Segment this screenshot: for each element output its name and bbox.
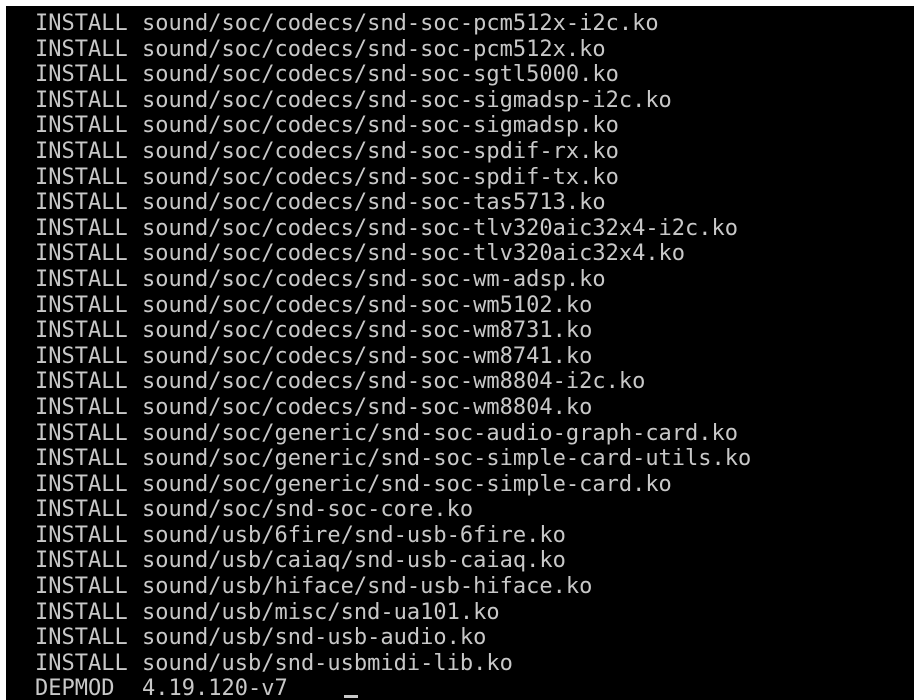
- line-argument: sound/soc/snd-soc-core.ko: [142, 497, 474, 523]
- line-argument: sound/soc/codecs/snd-soc-wm-adsp.ko: [142, 266, 606, 292]
- terminal-line: INSTALL sound/soc/codecs/snd-soc-wm5102.k…: [35, 293, 751, 319]
- line-argument: sound/soc/codecs/snd-soc-tlv320aic32x4-i…: [142, 215, 739, 241]
- terminal-line: INSTALL sound/soc/codecs/snd-soc-wm8731.k…: [35, 318, 751, 344]
- terminal-line: INSTALL sound/soc/codecs/snd-soc-tlv320ai…: [35, 241, 751, 267]
- terminal-line: INSTALL sound/soc/generic/snd-soc-audio-g…: [35, 421, 751, 447]
- terminal-line: INSTALL sound/usb/misc/snd-ua101.ko: [35, 600, 751, 626]
- line-command: INSTALL: [35, 446, 128, 472]
- terminal-line: INSTALL sound/soc/codecs/snd-soc-spdif-tx…: [35, 165, 751, 191]
- terminal-line: INSTALL sound/soc/codecs/snd-soc-sigmadsp…: [35, 88, 751, 114]
- line-argument: sound/soc/codecs/snd-soc-spdif-rx.ko: [142, 138, 619, 164]
- terminal-window[interactable]: INSTALL sound/soc/codecs/snd-soc-pcm512x-…: [6, 6, 914, 700]
- line-argument: sound/usb/6fire/snd-usb-6fire.ko: [142, 522, 566, 548]
- line-command: INSTALL: [35, 87, 128, 113]
- line-argument: sound/soc/generic/snd-soc-simple-card.ko: [142, 471, 672, 497]
- text-cursor: [344, 695, 358, 698]
- line-argument: sound/soc/codecs/snd-soc-pcm512x.ko: [142, 36, 606, 62]
- line-argument: sound/soc/codecs/snd-soc-sgtl5000.ko: [142, 62, 619, 88]
- line-command: INSTALL: [35, 548, 128, 574]
- line-argument: 4.19.120-v7: [142, 676, 288, 700]
- line-argument: sound/soc/generic/snd-soc-audio-graph-ca…: [142, 420, 739, 446]
- line-command: INSTALL: [35, 215, 128, 241]
- line-command: INSTALL: [35, 394, 128, 420]
- line-command: INSTALL: [35, 164, 128, 190]
- terminal-output: INSTALL sound/soc/codecs/snd-soc-pcm512x-…: [35, 11, 751, 700]
- terminal-line: INSTALL sound/soc/generic/snd-soc-simple-…: [35, 446, 751, 472]
- line-command: INSTALL: [35, 292, 128, 318]
- line-argument: sound/soc/codecs/snd-soc-tlv320aic32x4.k…: [142, 241, 686, 267]
- line-argument: sound/soc/codecs/snd-soc-wm8804-i2c.ko: [142, 369, 646, 395]
- line-argument: sound/soc/codecs/snd-soc-wm8741.ko: [142, 343, 593, 369]
- terminal-line: INSTALL sound/usb/6fire/snd-usb-6fire.ko: [35, 523, 751, 549]
- line-command: INSTALL: [35, 318, 128, 344]
- terminal-line: INSTALL sound/soc/generic/snd-soc-simple-…: [35, 472, 751, 498]
- line-command: INSTALL: [35, 625, 128, 651]
- line-command: INSTALL: [35, 650, 128, 676]
- line-command: INSTALL: [35, 266, 128, 292]
- line-command: INSTALL: [35, 138, 128, 164]
- line-argument: sound/soc/codecs/snd-soc-sigmadsp.ko: [142, 113, 619, 139]
- line-command: INSTALL: [35, 241, 128, 267]
- line-command: INSTALL: [35, 497, 128, 523]
- line-command: INSTALL: [35, 369, 128, 395]
- line-command: INSTALL: [35, 574, 128, 600]
- line-argument: sound/soc/codecs/snd-soc-tas5713.ko: [142, 190, 606, 216]
- line-argument: sound/usb/misc/snd-ua101.ko: [142, 599, 500, 625]
- terminal-line: INSTALL sound/soc/snd-soc-core.ko: [35, 497, 751, 523]
- line-command: INSTALL: [35, 113, 128, 139]
- line-argument: sound/usb/snd-usbmidi-lib.ko: [142, 650, 513, 676]
- terminal-line: INSTALL sound/soc/codecs/snd-soc-wm8804-i…: [35, 369, 751, 395]
- line-argument: sound/soc/generic/snd-soc-simple-card-ut…: [142, 446, 752, 472]
- line-argument: sound/soc/codecs/snd-soc-pcm512x-i2c.ko: [142, 11, 659, 36]
- terminal-line: INSTALL sound/soc/codecs/snd-soc-pcm512x-…: [35, 11, 751, 37]
- terminal-line: INSTALL sound/soc/codecs/snd-soc-wm8741.k…: [35, 344, 751, 370]
- terminal-line: INSTALL sound/soc/codecs/snd-soc-sigmadsp…: [35, 113, 751, 139]
- line-command: INSTALL: [35, 36, 128, 62]
- line-command: INSTALL: [35, 11, 128, 36]
- line-command: INSTALL: [35, 471, 128, 497]
- line-command: INSTALL: [35, 62, 128, 88]
- terminal-line: INSTALL sound/soc/codecs/snd-soc-tlv320ai…: [35, 216, 751, 242]
- line-argument: sound/usb/caiaq/snd-usb-caiaq.ko: [142, 548, 566, 574]
- line-argument: sound/soc/codecs/snd-soc-spdif-tx.ko: [142, 164, 619, 190]
- terminal-line: INSTALL sound/soc/codecs/snd-soc-tas5713.…: [35, 190, 751, 216]
- line-command: INSTALL: [35, 522, 128, 548]
- terminal-line: INSTALL sound/usb/snd-usb-audio.ko: [35, 625, 751, 651]
- terminal-line: INSTALL sound/soc/codecs/snd-soc-wm8804.k…: [35, 395, 751, 421]
- terminal-line: INSTALL sound/soc/codecs/snd-soc-wm-adsp.…: [35, 267, 751, 293]
- terminal-line: DEPMOD 4.19.120-v7: [35, 676, 751, 700]
- line-command: INSTALL: [35, 190, 128, 216]
- terminal-line: INSTALL sound/soc/codecs/snd-soc-sgtl5000…: [35, 62, 751, 88]
- line-command: DEPMOD: [35, 676, 115, 700]
- line-argument: sound/usb/hiface/snd-usb-hiface.ko: [142, 574, 593, 600]
- terminal-line: INSTALL sound/soc/codecs/snd-soc-spdif-rx…: [35, 139, 751, 165]
- line-argument: sound/soc/codecs/snd-soc-wm8804.ko: [142, 394, 593, 420]
- line-argument: sound/soc/codecs/snd-soc-wm5102.ko: [142, 292, 593, 318]
- terminal-line: INSTALL sound/usb/hiface/snd-usb-hiface.k…: [35, 574, 751, 600]
- line-command: INSTALL: [35, 599, 128, 625]
- terminal-line: INSTALL sound/usb/snd-usbmidi-lib.ko: [35, 651, 751, 677]
- line-argument: sound/soc/codecs/snd-soc-wm8731.ko: [142, 318, 593, 344]
- terminal-line: INSTALL sound/usb/caiaq/snd-usb-caiaq.ko: [35, 548, 751, 574]
- line-argument: sound/usb/snd-usb-audio.ko: [142, 625, 487, 651]
- terminal-line: INSTALL sound/soc/codecs/snd-soc-pcm512x.…: [35, 37, 751, 63]
- line-argument: sound/soc/codecs/snd-soc-sigmadsp-i2c.ko: [142, 87, 672, 113]
- line-command: INSTALL: [35, 420, 128, 446]
- line-command: INSTALL: [35, 343, 128, 369]
